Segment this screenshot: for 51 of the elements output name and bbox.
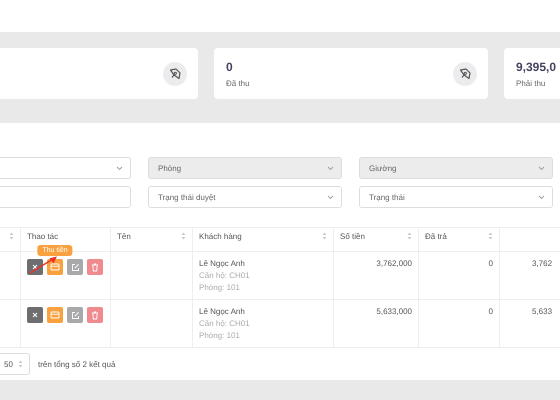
stat-label: Đã thu bbox=[226, 78, 250, 88]
card-icon bbox=[50, 311, 60, 319]
paid-text: 0 bbox=[488, 307, 493, 316]
edit-icon bbox=[70, 262, 80, 272]
close-icon bbox=[31, 263, 39, 271]
collect-button[interactable] bbox=[47, 307, 63, 323]
collect-button[interactable] bbox=[47, 259, 63, 275]
close-icon bbox=[31, 311, 39, 319]
trash-icon bbox=[91, 310, 99, 320]
select-field[interactable]: Trạng thái bbox=[359, 186, 553, 208]
stat-label: Phải thu bbox=[516, 78, 546, 88]
amount-text: 3,762 bbox=[532, 259, 552, 268]
chevron-down-icon bbox=[327, 194, 334, 200]
chevron-down-icon bbox=[327, 166, 334, 170]
column-header[interactable]: Khách hàng bbox=[192, 228, 334, 252]
room-text: Phòng: 101 bbox=[199, 283, 241, 292]
amount-text: 3,762,000 bbox=[376, 259, 412, 268]
stat-value: 0 bbox=[226, 60, 234, 74]
sort-icon[interactable] bbox=[407, 232, 412, 240]
sort-icon[interactable] bbox=[488, 232, 493, 240]
paid-text: 0 bbox=[488, 259, 493, 268]
chevron-down-icon bbox=[538, 166, 545, 170]
sort-icon[interactable] bbox=[181, 232, 186, 240]
sort-icon[interactable] bbox=[322, 232, 327, 240]
edit-button[interactable] bbox=[67, 259, 83, 275]
room-text: Phòng: 101 bbox=[199, 331, 241, 340]
delete-button[interactable] bbox=[87, 307, 103, 323]
stat-value: 9,395,0 bbox=[516, 60, 556, 74]
chevron-down-icon bbox=[116, 166, 123, 170]
page-size-select[interactable]: 50 bbox=[0, 353, 30, 375]
column-header[interactable]: Số tiền bbox=[334, 228, 418, 252]
delete-button[interactable] bbox=[87, 259, 103, 275]
sort-icon bbox=[18, 360, 23, 368]
result-summary: trên tổng số 2 kết quả bbox=[38, 360, 116, 368]
column-header[interactable]: Tên bbox=[110, 228, 192, 252]
edit-button[interactable] bbox=[67, 307, 83, 323]
apartment-text: Căn hộ: CH01 bbox=[199, 271, 251, 280]
amount-text: 5,633 bbox=[532, 307, 552, 316]
select-field[interactable]: Trạng thái duyệt bbox=[148, 186, 342, 208]
column-header[interactable]: Đã trả bbox=[418, 228, 500, 252]
sort-icon[interactable] bbox=[9, 232, 14, 240]
customer-name: Lê Ngọc Anh bbox=[199, 259, 246, 268]
amount-text: 5,633,000 bbox=[376, 307, 412, 316]
card-icon bbox=[50, 263, 60, 271]
edit-icon bbox=[70, 310, 80, 320]
apartment-text: Căn hộ: CH01 bbox=[199, 319, 251, 328]
customer-name: Lê Ngọc Anh bbox=[199, 307, 246, 316]
cancel-button[interactable] bbox=[27, 307, 43, 323]
chevron-down-icon bbox=[538, 194, 545, 200]
trash-icon bbox=[91, 262, 99, 272]
cancel-button[interactable] bbox=[27, 259, 43, 275]
